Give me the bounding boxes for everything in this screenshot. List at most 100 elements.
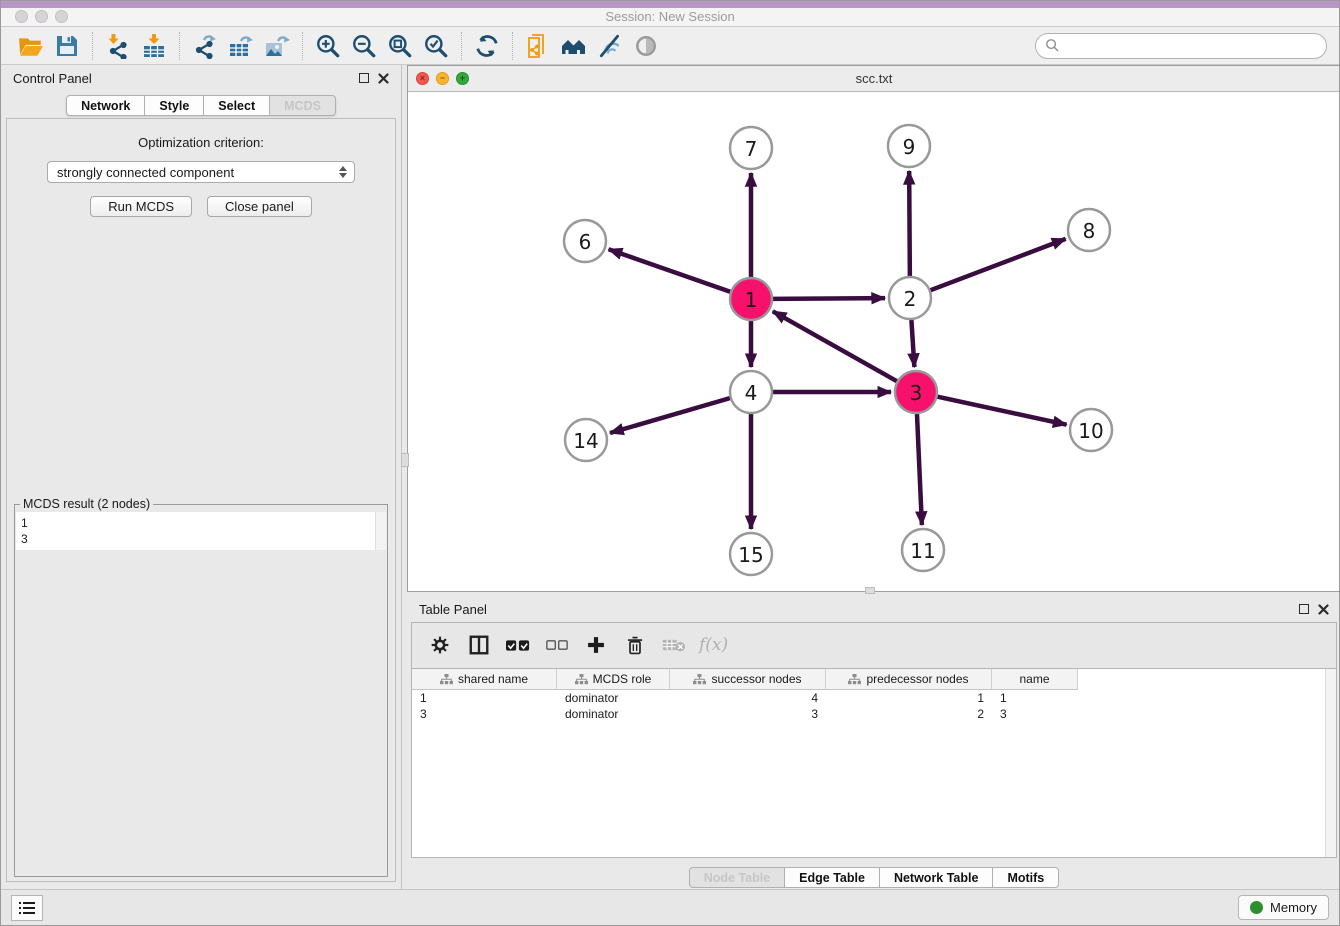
column-header-shared-name[interactable]: shared name bbox=[412, 669, 557, 690]
table-panel-title: Table Panel bbox=[419, 602, 487, 617]
optimization-criterion-select[interactable]: strongly connected component bbox=[47, 161, 355, 183]
graph-node-2[interactable]: 2 bbox=[889, 277, 931, 319]
graph-node-3[interactable]: 3 bbox=[895, 371, 937, 413]
shared-column-icon bbox=[848, 674, 861, 685]
graph-edge-3-10[interactable] bbox=[937, 397, 1066, 425]
tab-edge-table[interactable]: Edge Table bbox=[785, 867, 880, 888]
result-item[interactable]: 1 bbox=[21, 515, 370, 531]
graph-node-15[interactable]: 15 bbox=[730, 533, 772, 575]
network-canvas[interactable]: 7 9 6 8 1 2 4 3 14 10 15 11 bbox=[408, 92, 1340, 591]
cell-successor-nodes[interactable]: 3 bbox=[670, 707, 826, 721]
table-row[interactable]: 1 dominator 4 1 1 bbox=[412, 690, 1336, 706]
preview-eye-icon bbox=[628, 30, 664, 62]
hide-visuals-icon[interactable] bbox=[592, 30, 628, 62]
graph-edge-1-6[interactable] bbox=[609, 249, 731, 291]
graph-edge-4-14[interactable] bbox=[610, 398, 730, 433]
export-image-icon[interactable] bbox=[259, 30, 295, 62]
tab-select[interactable]: Select bbox=[204, 95, 270, 116]
graph-node-9[interactable]: 9 bbox=[888, 125, 930, 167]
graph-edge-2-9[interactable] bbox=[909, 171, 910, 276]
graph-node-6[interactable]: 6 bbox=[564, 220, 606, 262]
horizontal-splitter-handle[interactable] bbox=[865, 587, 875, 594]
graph-edge-3-1[interactable] bbox=[773, 311, 897, 381]
result-scrollbar[interactable] bbox=[375, 512, 386, 550]
graph-node-11[interactable]: 11 bbox=[902, 529, 944, 571]
delete-column-icon[interactable] bbox=[621, 631, 649, 659]
cell-name[interactable]: 1 bbox=[992, 691, 1078, 705]
tab-style[interactable]: Style bbox=[145, 95, 204, 116]
graph-node-1[interactable]: 1 bbox=[730, 278, 772, 320]
column-header-name[interactable]: name bbox=[992, 669, 1078, 690]
cell-mcds-role[interactable]: dominator bbox=[557, 691, 670, 705]
zoom-selected-icon[interactable] bbox=[418, 30, 454, 62]
control-panel: Control Panel Network Style Select MCDS … bbox=[1, 65, 402, 889]
tab-motifs[interactable]: Motifs bbox=[993, 867, 1059, 888]
cell-shared-name[interactable]: 1 bbox=[412, 691, 557, 705]
memory-button[interactable]: Memory bbox=[1238, 895, 1329, 920]
network-graph[interactable]: 7 9 6 8 1 2 4 3 14 10 15 11 bbox=[408, 92, 1340, 591]
cell-predecessor-nodes[interactable]: 2 bbox=[826, 707, 992, 721]
mcds-result-list[interactable]: 1 3 bbox=[16, 512, 386, 550]
table-row[interactable]: 3 dominator 3 2 3 bbox=[412, 706, 1336, 722]
toolbar-separator bbox=[461, 32, 462, 60]
import-table-icon[interactable] bbox=[136, 30, 172, 62]
cell-successor-nodes[interactable]: 4 bbox=[670, 691, 826, 705]
close-panel-icon[interactable] bbox=[378, 73, 389, 84]
open-session-icon[interactable] bbox=[13, 30, 49, 62]
cell-shared-name[interactable]: 3 bbox=[412, 707, 557, 721]
graph-edge-1-2[interactable] bbox=[773, 298, 885, 299]
zoom-out-icon[interactable] bbox=[346, 30, 382, 62]
apply-layout-icon[interactable] bbox=[469, 30, 505, 62]
close-panel-button[interactable]: Close panel bbox=[207, 196, 312, 217]
network-window-controls[interactable]: × − + bbox=[416, 72, 469, 85]
cell-name[interactable]: 3 bbox=[992, 707, 1078, 721]
export-network-icon[interactable] bbox=[187, 30, 223, 62]
search-box[interactable] bbox=[1035, 33, 1327, 59]
close-network-icon[interactable]: × bbox=[416, 72, 429, 85]
run-mcds-button[interactable]: Run MCDS bbox=[90, 196, 192, 217]
close-table-panel-icon[interactable] bbox=[1318, 604, 1329, 615]
deselect-all-columns-icon[interactable] bbox=[543, 631, 571, 659]
graph-edge-2-8[interactable] bbox=[931, 239, 1066, 290]
network-window-title: scc.txt bbox=[856, 71, 893, 86]
tab-node-table[interactable]: Node Table bbox=[689, 867, 785, 888]
tab-network-table[interactable]: Network Table bbox=[880, 867, 994, 888]
maximize-network-icon[interactable]: + bbox=[456, 72, 469, 85]
settings-gear-icon[interactable] bbox=[426, 631, 454, 659]
tab-network[interactable]: Network bbox=[66, 95, 145, 116]
optimization-criterion-label: Optimization criterion: bbox=[138, 135, 264, 150]
save-session-icon[interactable] bbox=[49, 30, 85, 62]
table-scrollbar[interactable] bbox=[1325, 669, 1336, 857]
graph-node-8[interactable]: 8 bbox=[1068, 209, 1110, 251]
task-history-button[interactable] bbox=[11, 895, 43, 921]
cell-predecessor-nodes[interactable]: 1 bbox=[826, 691, 992, 705]
vertical-splitter-handle[interactable] bbox=[401, 453, 409, 467]
home-icon[interactable] bbox=[556, 30, 592, 62]
export-table-icon[interactable] bbox=[223, 30, 259, 62]
table-header-row: shared name MCDS role successor nodes pr… bbox=[412, 669, 1336, 690]
network-window-titlebar[interactable]: × − + scc.txt bbox=[408, 66, 1340, 92]
column-header-successor-nodes[interactable]: successor nodes bbox=[670, 669, 826, 690]
tab-mcds[interactable]: MCDS bbox=[270, 95, 336, 116]
graph-edge-2-3[interactable] bbox=[911, 320, 914, 367]
column-header-predecessor-nodes[interactable]: predecessor nodes bbox=[826, 669, 992, 690]
import-network-icon[interactable] bbox=[100, 30, 136, 62]
cell-mcds-role[interactable]: dominator bbox=[557, 707, 670, 721]
result-item[interactable]: 3 bbox=[21, 531, 370, 547]
float-table-panel-icon[interactable] bbox=[1299, 604, 1309, 614]
graph-edge-3-11[interactable] bbox=[917, 414, 922, 525]
search-input[interactable] bbox=[1066, 38, 1317, 53]
graph-node-14[interactable]: 14 bbox=[565, 419, 607, 461]
graph-node-4[interactable]: 4 bbox=[730, 371, 772, 413]
clone-network-icon[interactable] bbox=[520, 30, 556, 62]
float-panel-icon[interactable] bbox=[359, 73, 369, 83]
select-all-columns-icon[interactable] bbox=[504, 631, 532, 659]
column-header-mcds-role[interactable]: MCDS role bbox=[557, 669, 670, 690]
zoom-fit-icon[interactable] bbox=[382, 30, 418, 62]
add-column-icon[interactable] bbox=[582, 631, 610, 659]
show-columns-icon[interactable] bbox=[465, 631, 493, 659]
zoom-in-icon[interactable] bbox=[310, 30, 346, 62]
graph-node-10[interactable]: 10 bbox=[1070, 409, 1112, 451]
minimize-network-icon[interactable]: − bbox=[436, 72, 449, 85]
graph-node-7[interactable]: 7 bbox=[730, 127, 772, 169]
